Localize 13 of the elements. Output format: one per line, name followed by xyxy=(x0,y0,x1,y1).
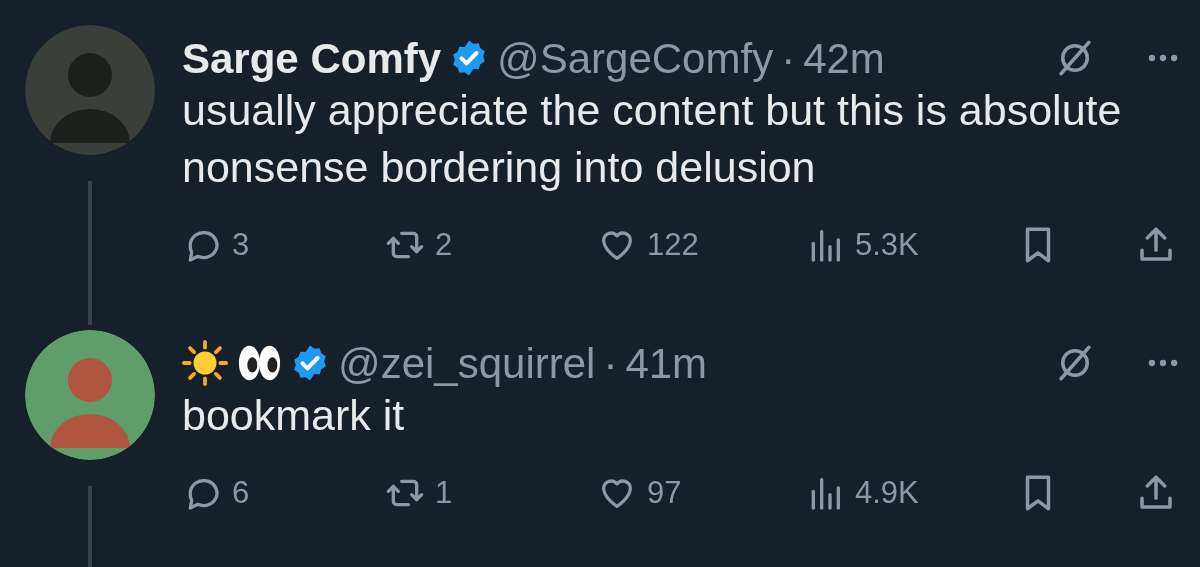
separator-dot: · xyxy=(781,33,796,84)
view-count: 5.3K xyxy=(855,225,919,264)
like-count: 122 xyxy=(647,225,699,264)
like-count: 97 xyxy=(647,473,682,512)
repost-count: 2 xyxy=(435,225,453,264)
view-count: 4.9K xyxy=(855,473,919,512)
reply-count: 3 xyxy=(232,225,250,264)
post-time[interactable]: 41m xyxy=(625,331,708,395)
sun-icon xyxy=(182,340,228,386)
reply-count: 6 xyxy=(232,473,250,512)
avatar[interactable] xyxy=(25,330,155,460)
repost-count: 1 xyxy=(435,473,453,512)
separator-dot: · xyxy=(603,338,618,389)
